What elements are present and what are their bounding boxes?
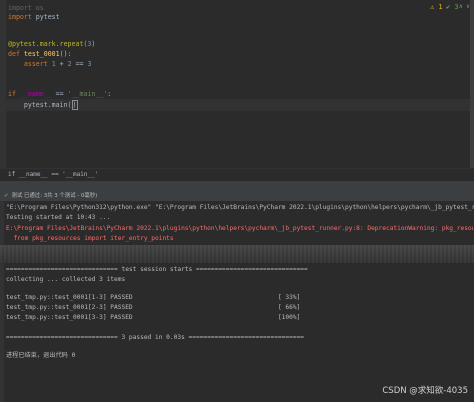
console-result-1: test_tmp.py::test_0001[1-3] PASSED [ 33%… [6, 294, 301, 301]
console-result-2: test_tmp.py::test_0001[2-3] PASSED [ 66%… [6, 304, 301, 311]
console-started: Testing started at 10:43 ... [6, 214, 111, 221]
console-warning-line: E:\Program Files\JetBrains\PyCharm 2022.… [6, 225, 474, 232]
watermark: CSDN @求知欲-4035 [382, 386, 468, 396]
code-line-2[interactable]: import pytest [8, 11, 60, 23]
console-summary: ============================== 3 passed … [6, 334, 305, 341]
editor-scrollbar[interactable] [470, 0, 474, 168]
run-tool-gutter [0, 201, 4, 402]
navigate-arrows-icon[interactable]: ∧ ∨ [459, 2, 470, 12]
console-collecting: collecting ... collected 3 items [6, 276, 126, 283]
console-warning-line-2: from pkg_resources import iter_entry_poi… [6, 235, 174, 242]
editor-gutter[interactable] [0, 0, 6, 168]
check-indicator[interactable]: ✔ 3 [446, 2, 459, 12]
console-process-finished: 进程已结束，退出代码 0 [6, 352, 76, 359]
blurred-region-overlay [0, 245, 474, 263]
code-editor[interactable]: import os import pytest @pytest.mark.rep… [0, 0, 474, 168]
passed-check-icon: ✔ [4, 193, 9, 199]
warning-indicator[interactable]: ⚠ 1 [430, 2, 443, 12]
console-command-line: "E:\Program Files\Python312\python.exe" … [6, 204, 474, 211]
console-result-3: test_tmp.py::test_0001[3-3] PASSED [100%… [6, 314, 301, 321]
code-line-pytest-main[interactable]: pytest.main() [8, 99, 78, 111]
panel-divider[interactable] [0, 181, 474, 191]
breadcrumb[interactable]: if __name__ == '__main__' [0, 168, 474, 180]
test-status-bar: ✔ 测试 已通过: 3共 3 个测试 - 0毫秒) [0, 191, 474, 201]
console-session-start: ============================== test sess… [6, 266, 308, 273]
test-status-text: 测试 已通过: 3共 3 个测试 - 0毫秒) [11, 193, 98, 199]
code-line-assert[interactable]: assert 1 + 2 == 3 [8, 58, 92, 70]
